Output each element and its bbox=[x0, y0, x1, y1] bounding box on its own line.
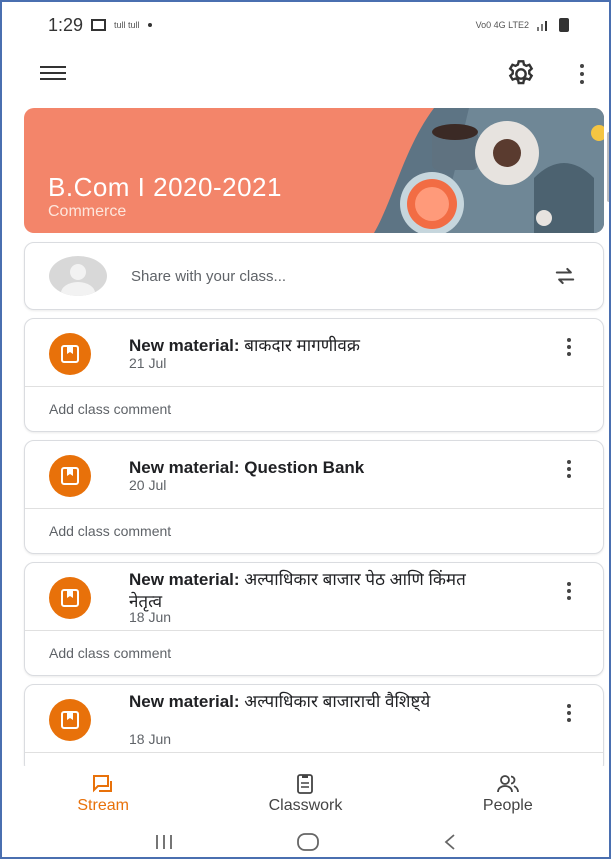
share-with-class-card[interactable]: Share with your class... bbox=[24, 242, 604, 310]
tab-stream-label: Stream bbox=[77, 797, 129, 814]
add-class-comment[interactable]: Add class comment bbox=[25, 631, 603, 675]
tab-people[interactable]: People bbox=[407, 766, 609, 822]
banner-illustration bbox=[374, 108, 604, 233]
back-icon[interactable] bbox=[442, 832, 458, 852]
post-header[interactable]: New material: Question Bank 20 Jul bbox=[25, 441, 603, 509]
gallery-icon bbox=[91, 19, 107, 31]
system-nav-bar bbox=[2, 822, 609, 857]
classwork-icon bbox=[297, 774, 314, 794]
stream-post[interactable]: New material: बाकदार मागणीवक्र 21 Jul Ad… bbox=[24, 318, 604, 432]
post-title: New material: अल्पाधिकार बाजार पेठ आणि क… bbox=[129, 569, 489, 613]
material-icon bbox=[49, 699, 91, 741]
avatar bbox=[49, 256, 107, 296]
post-title: New material: Question Bank bbox=[129, 457, 529, 479]
post-prefix: New material: bbox=[129, 458, 240, 477]
app-frame: 1:29 tull tull Vo0 4G LTE2 B.Com I 2020-… bbox=[0, 0, 611, 859]
signal-icon bbox=[537, 21, 547, 31]
post-header[interactable]: New material: बाकदार मागणीवक्र 21 Jul bbox=[25, 319, 603, 387]
post-date: 18 Jun bbox=[129, 731, 172, 747]
post-prefix: New material: bbox=[129, 570, 240, 589]
share-input[interactable]: Share with your class... bbox=[131, 268, 551, 285]
add-class-comment[interactable]: Add class comment bbox=[25, 509, 603, 553]
post-header[interactable]: New material: अल्पाधिकार बाजार पेठ आणि क… bbox=[25, 563, 603, 631]
post-title-text: बाकदार मागणीवक्र bbox=[244, 336, 360, 355]
post-date: 20 Jul bbox=[129, 477, 167, 493]
post-title-text: Question Bank bbox=[244, 458, 365, 477]
stream-icon bbox=[93, 775, 113, 793]
material-icon bbox=[49, 455, 91, 497]
recent-apps-icon[interactable] bbox=[153, 833, 175, 851]
status-right: Vo0 4G LTE2 bbox=[476, 18, 569, 32]
status-network-text: tull tull bbox=[114, 20, 140, 30]
post-prefix: New material: bbox=[129, 336, 240, 355]
tab-stream[interactable]: Stream bbox=[2, 766, 204, 822]
post-more-icon[interactable] bbox=[563, 579, 575, 603]
post-more-icon[interactable] bbox=[563, 335, 575, 359]
material-icon bbox=[49, 333, 91, 375]
stream-post[interactable]: New material: अल्पाधिकार बाजार पेठ आणि क… bbox=[24, 562, 604, 676]
material-icon bbox=[49, 577, 91, 619]
status-bar: 1:29 tull tull Vo0 4G LTE2 bbox=[2, 2, 609, 48]
notification-dot-icon bbox=[147, 23, 152, 27]
add-class-comment[interactable]: Add class comment bbox=[25, 387, 603, 431]
post-date: 18 Jun bbox=[129, 609, 172, 625]
post-date: 21 Jul bbox=[129, 355, 167, 371]
bottom-nav: Stream Classwork People bbox=[2, 766, 609, 822]
post-title: New material: अल्पाधिकार बाजाराची वैशिष्… bbox=[129, 691, 489, 713]
app-bar bbox=[2, 48, 609, 98]
status-time: 1:29 bbox=[48, 14, 84, 35]
class-banner[interactable]: B.Com I 2020-2021 Commerce bbox=[24, 108, 604, 233]
stream-post[interactable]: New material: अल्पाधिकार बाजाराची वैशिष्… bbox=[24, 684, 604, 774]
menu-icon[interactable] bbox=[40, 66, 66, 82]
post-more-icon[interactable] bbox=[563, 457, 575, 481]
class-section: Commerce bbox=[48, 203, 127, 220]
tab-classwork[interactable]: Classwork bbox=[204, 766, 406, 822]
home-icon[interactable] bbox=[296, 832, 320, 852]
status-lte-text: Vo0 4G LTE2 bbox=[475, 20, 529, 30]
post-title-text: अल्पाधिकार बाजाराची वैशिष्ट्ये bbox=[244, 692, 431, 711]
post-more-icon[interactable] bbox=[563, 701, 575, 725]
stream-post[interactable]: New material: Question Bank 20 Jul Add c… bbox=[24, 440, 604, 554]
battery-icon bbox=[559, 18, 569, 32]
tab-people-label: People bbox=[482, 797, 533, 814]
post-header[interactable]: New material: अल्पाधिकार बाजाराची वैशिष्… bbox=[25, 685, 603, 753]
gear-icon[interactable] bbox=[505, 58, 537, 90]
class-title: B.Com I 2020-2021 bbox=[48, 172, 282, 202]
scrollbar[interactable] bbox=[607, 132, 609, 202]
people-icon bbox=[496, 775, 519, 793]
post-title: New material: बाकदार मागणीवक्र bbox=[129, 335, 529, 357]
more-options-icon[interactable] bbox=[572, 60, 592, 88]
repost-icon[interactable] bbox=[551, 262, 579, 290]
status-left: 1:29 tull tull bbox=[48, 15, 152, 36]
tab-classwork-label: Classwork bbox=[268, 797, 343, 814]
post-prefix: New material: bbox=[129, 692, 240, 711]
